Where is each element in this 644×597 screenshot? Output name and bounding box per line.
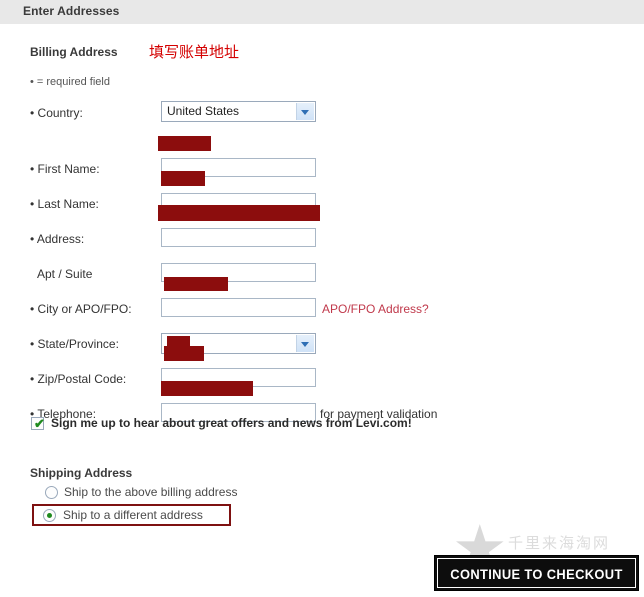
check-icon: ✔ [34, 416, 45, 431]
city-input[interactable] [161, 298, 316, 317]
continue-to-checkout-button[interactable]: CONTINUE TO CHECKOUT [434, 555, 639, 591]
billing-address-heading: Billing Address [30, 45, 118, 59]
page-header-bar: Enter Addresses [0, 0, 644, 25]
radio-ship-different[interactable] [43, 509, 56, 522]
label-country: • Country: [30, 106, 83, 120]
redaction-address [158, 205, 320, 221]
continue-to-checkout-label: CONTINUE TO CHECKOUT [450, 566, 623, 582]
country-select[interactable]: United States [161, 101, 316, 122]
label-city: • City or APO/FPO: [30, 302, 132, 316]
label-zip: • Zip/Postal Code: [30, 372, 127, 386]
radio-ship-billing[interactable] [45, 486, 58, 499]
chinese-annotation-billing: 填写账单地址 [149, 43, 240, 61]
label-state: • State/Province: [30, 337, 119, 351]
label-last-name: • Last Name: [30, 197, 99, 211]
label-apt-suite: Apt / Suite [37, 267, 93, 281]
required-field-note: • = required field [30, 76, 110, 88]
radio-ship-billing-label: Ship to the above billing address [64, 485, 238, 499]
label-address: • Address: [30, 232, 85, 246]
redaction-zip [164, 346, 204, 361]
marketing-optin-checkbox[interactable]: ✔ [31, 416, 45, 431]
redaction-telephone [161, 381, 253, 396]
redaction-last-name [161, 171, 205, 186]
address-input[interactable] [161, 228, 316, 247]
apo-fpo-address-link[interactable]: APO/FPO Address? [322, 302, 429, 316]
chevron-down-icon[interactable] [296, 103, 314, 120]
label-first-name: • First Name: [30, 162, 100, 176]
radio-ship-different-label: Ship to a different address [63, 508, 203, 522]
marketing-optin-label: Sign me up to hear about great offers an… [51, 416, 412, 430]
redaction-city [164, 277, 228, 291]
page-title: Enter Addresses [23, 4, 120, 18]
redaction-first-name [158, 136, 211, 151]
chevron-down-icon[interactable] [296, 335, 314, 352]
radio-selected-dot [47, 513, 52, 518]
country-select-value: United States [167, 104, 240, 118]
shipping-address-heading: Shipping Address [30, 466, 133, 480]
billing-address-form: Billing Address 填写账单地址 • = required fiel… [0, 24, 644, 597]
